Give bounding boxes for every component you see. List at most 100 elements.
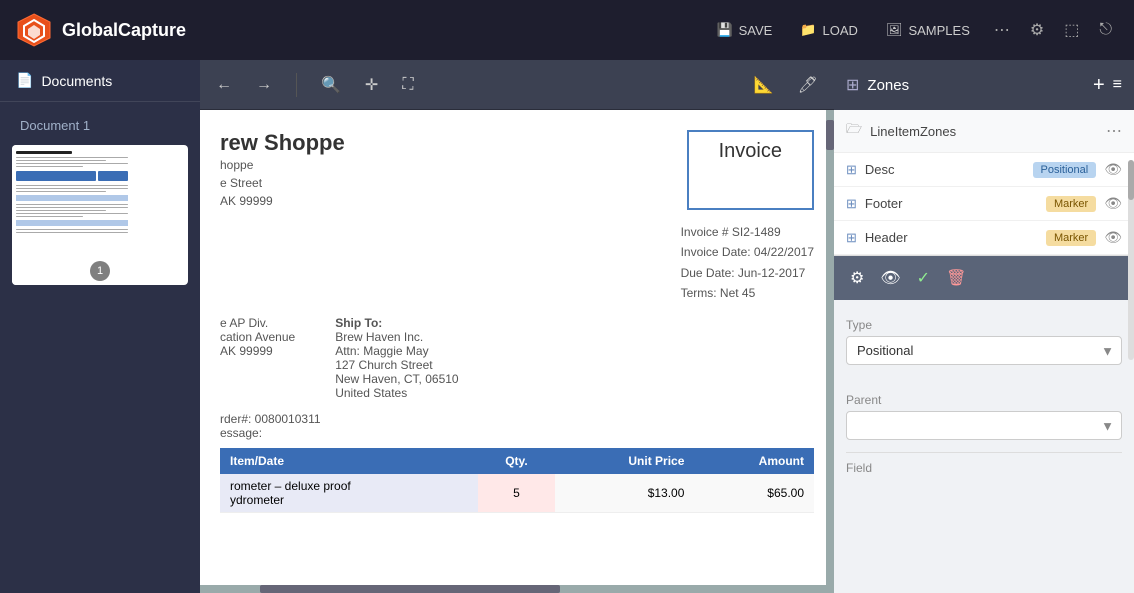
doc-hscrollbar[interactable] (200, 585, 826, 593)
bill-to: e AP Div. cation Avenue AK 99999 (220, 316, 295, 400)
field-label: Field (846, 461, 1122, 475)
zone-header-name: Header (865, 230, 1038, 245)
selected-zone-actions: ⚙ 👁 ✓ 🗑 (846, 264, 970, 292)
table-row: rometer – deluxe proofydrometer 5 $13.00… (220, 474, 814, 513)
pan-button[interactable]: ✛ (361, 71, 382, 99)
invoice-header-row: rew Shoppe hoppe e Street AK 99999 Invoi… (220, 130, 814, 210)
zone-desc-eye-button[interactable]: 👁 (1104, 161, 1122, 178)
doc-hscrollbar-thumb[interactable] (260, 585, 560, 593)
zones-add-button[interactable]: + (1093, 74, 1105, 97)
col-unit-price: Unit Price (555, 448, 694, 474)
folder-icon: 🗁 (846, 120, 862, 142)
invoice-details: Invoice # SI2-1489 Invoice Date: 04/22/2… (220, 222, 814, 304)
zone-item-desc[interactable]: ⊞ Desc Positional 👁 (834, 153, 1134, 187)
app-logo (16, 12, 52, 48)
zone-settings-button[interactable]: ⚙ (846, 264, 868, 292)
zone-footer-badge: Marker (1046, 196, 1096, 212)
logout-button[interactable]: ⎋ (1093, 15, 1118, 45)
zone-desc-icon: ⊞ (846, 162, 857, 178)
doc-page: rew Shoppe hoppe e Street AK 99999 Invoi… (200, 110, 834, 593)
back-button[interactable]: ← (212, 72, 236, 98)
search-button[interactable]: 🔍 (317, 71, 345, 99)
load-icon: 📁 (800, 22, 816, 38)
zone-group-name: LineItemZones (870, 124, 1098, 139)
zone-confirm-button[interactable]: ✓ (913, 264, 934, 292)
toolbar-separator-1 (296, 73, 297, 97)
invoice-title-box: Invoice (687, 130, 814, 210)
qty-cell: 5 (478, 474, 556, 513)
zone-header-eye-button[interactable]: 👁 (1104, 229, 1122, 246)
parent-select[interactable] (846, 411, 1122, 440)
doc-content: rew Shoppe hoppe e Street AK 99999 Invoi… (200, 110, 834, 593)
col-item: Item/Date (220, 448, 478, 474)
table-header-row: Item/Date Qty. Unit Price Amount (220, 448, 814, 474)
invoice-table: Item/Date Qty. Unit Price Amount rometer… (220, 448, 814, 513)
zone-item-header[interactable]: ⊞ Header Marker 👁 (834, 221, 1134, 255)
col-amount: Amount (694, 448, 814, 474)
zone-desc-badge: Positional (1033, 162, 1097, 178)
order-row: rder#: 0080010311 essage: (220, 412, 814, 440)
ship-to: Ship To: Brew Haven Inc. Attn: Maggie Ma… (335, 316, 458, 400)
right-panel: ⊞ Zones + ≡ 🗁 LineItemZones ⋯ ⊞ Desc Pos… (834, 60, 1134, 593)
top-nav: GlobalCapture 💾 SAVE 📁 LOAD 🖼 SAMPLES ⋯ … (0, 0, 1134, 60)
left-sidebar: 📄 Documents Document 1 (0, 60, 200, 593)
main-layout: 📄 Documents Document 1 (0, 60, 1134, 593)
zone-item-footer[interactable]: ⊞ Footer Marker 👁 (834, 187, 1134, 221)
zones-list: 🗁 LineItemZones ⋯ ⊞ Desc Positional 👁 ⊞ … (834, 110, 1134, 256)
document-thumbnail[interactable]: 1 (12, 145, 188, 285)
load-button[interactable]: 📁 LOAD (790, 16, 868, 44)
type-select[interactable]: Positional Marker Header Footer (846, 336, 1122, 365)
company-info: rew Shoppe hoppe e Street AK 99999 (220, 130, 345, 210)
ruler-button[interactable]: 📐 (750, 71, 778, 99)
sidebar-content: Document 1 (0, 102, 200, 297)
parent-select-wrapper: ▼ (846, 411, 1122, 440)
eyedropper-button[interactable]: 🖊 (794, 71, 822, 99)
item-cell: rometer – deluxe proofydrometer (220, 474, 478, 513)
zones-filter-button[interactable]: ≡ (1113, 76, 1122, 94)
samples-button[interactable]: 🖼 SAMPLES (876, 16, 980, 44)
settings-button[interactable]: ⚙ (1024, 14, 1050, 46)
samples-icon: 🖼 (886, 22, 903, 38)
zones-header: ⊞ Zones + ≡ (834, 60, 1134, 110)
company-name: rew Shoppe (220, 130, 345, 156)
document-viewer: ← → 🔍 ✛ ⛶ 📐 🖊 rew Shoppe hoppe e Street (200, 60, 834, 593)
parent-property: Parent ▼ (846, 393, 1122, 440)
prop-divider (846, 452, 1122, 453)
type-select-wrapper: Positional Marker Header Footer ▼ (846, 336, 1122, 365)
app-title: GlobalCapture (62, 20, 186, 41)
zones-icon: ⊞ (846, 75, 859, 95)
more-menu-button[interactable]: ⋯ (988, 14, 1016, 46)
doc-scrollbar-thumb[interactable] (826, 120, 834, 150)
fullscreen-button[interactable]: ⛶ (398, 72, 417, 98)
zone-footer-name: Footer (865, 196, 1038, 211)
type-label: Type (846, 318, 1122, 332)
page-number: 1 (90, 261, 110, 281)
save-icon: 💾 (716, 22, 732, 38)
expand-button[interactable]: ⬚ (1058, 14, 1085, 46)
right-scrollbar-thumb[interactable] (1128, 160, 1134, 200)
parent-label: Parent (846, 393, 1122, 407)
zone-group-header: 🗁 LineItemZones ⋯ (834, 110, 1134, 153)
selected-zone-panel: ⚙ 👁 ✓ 🗑 (834, 256, 1134, 300)
viewer-toolbar: ← → 🔍 ✛ ⛶ 📐 🖊 (200, 60, 834, 110)
sidebar-header: 📄 Documents (0, 60, 200, 102)
zone-delete-button[interactable]: 🗑 (942, 264, 970, 292)
doc-scrollbar[interactable] (826, 110, 834, 593)
logo-area: GlobalCapture (16, 12, 686, 48)
zone-footer-eye-button[interactable]: 👁 (1104, 195, 1122, 212)
forward-button[interactable]: → (252, 72, 276, 98)
documents-icon: 📄 (16, 72, 33, 89)
zone-group-menu-button[interactable]: ⋯ (1106, 121, 1122, 141)
zone-header-badge: Marker (1046, 230, 1096, 246)
zone-footer-icon: ⊞ (846, 196, 857, 212)
right-scrollbar[interactable] (1128, 160, 1134, 360)
document-item[interactable]: Document 1 (12, 114, 188, 137)
field-property: Field (846, 461, 1122, 475)
zone-desc-name: Desc (865, 162, 1025, 177)
zones-title: Zones (867, 77, 1085, 94)
nav-actions: 💾 SAVE 📁 LOAD 🖼 SAMPLES ⋯ ⚙ ⬚ ⎋ (706, 14, 1118, 46)
zone-visibility-button[interactable]: 👁 (876, 264, 904, 292)
unit-price-cell: $13.00 (555, 474, 694, 513)
save-button[interactable]: 💾 SAVE (706, 16, 782, 44)
type-property: Type Positional Marker Header Footer ▼ (846, 318, 1122, 365)
